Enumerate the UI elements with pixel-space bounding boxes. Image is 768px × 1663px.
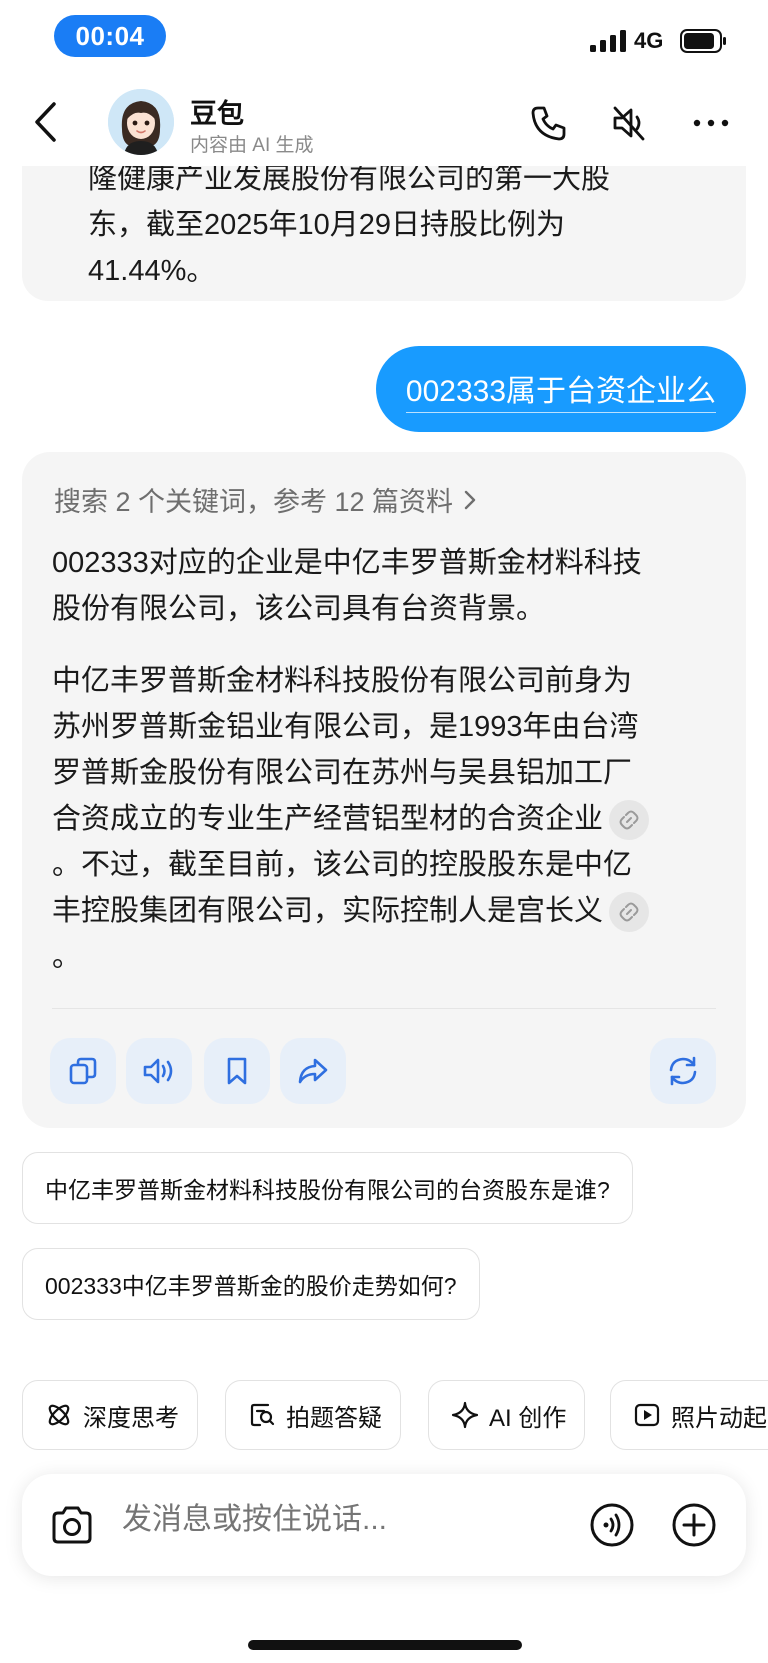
ai-paragraph-1: 002333对应的企业是中亿丰罗普斯金材料科技 股份有限公司，该公司具有台资背景… — [52, 547, 642, 625]
user-message-text: 002333属于台资企业么 — [405, 366, 716, 413]
chevron-right-icon — [464, 490, 476, 509]
network-type: 4G — [634, 28, 664, 53]
link-icon — [619, 810, 639, 830]
regenerate-icon — [669, 1056, 697, 1086]
atom-icon — [48, 1404, 70, 1426]
source-link-button[interactable] — [609, 892, 650, 933]
suggestion-chip[interactable]: 002333中亿丰罗普斯金的股价走势如何? — [22, 1248, 480, 1320]
link-icon — [619, 902, 639, 922]
divider — [52, 1008, 716, 1009]
tool-deep-thinking[interactable]: 深度思考 — [22, 1380, 198, 1450]
call-button[interactable] — [526, 100, 572, 146]
ai-paragraph-2: 中亿丰罗普斯金材料科技股份有限公司前身为 苏州罗普斯金铝业有限公司，是1993年… — [52, 658, 722, 980]
more-button[interactable] — [688, 100, 734, 146]
status-time: 00:04 — [54, 15, 166, 57]
signal-icon — [590, 30, 626, 52]
battery-icon — [680, 29, 726, 53]
status-bar: 00:04 4G — [0, 0, 768, 78]
play-icon — [634, 1403, 660, 1427]
source-link-button[interactable] — [609, 800, 650, 841]
more-icon — [693, 119, 729, 127]
share-icon — [298, 1058, 328, 1084]
message-input[interactable] — [122, 1503, 522, 1537]
regenerate-button[interactable] — [650, 1038, 716, 1104]
bot-name: 豆包 — [190, 99, 244, 129]
chat-header: 豆包 内容由 AI 生成 — [0, 78, 768, 166]
back-button[interactable] — [26, 96, 66, 148]
bookmark-icon — [227, 1057, 247, 1085]
bookmark-button[interactable] — [204, 1038, 270, 1104]
tool-label: 照片动起 — [671, 1404, 767, 1432]
mute-icon — [613, 106, 645, 141]
read-aloud-button[interactable] — [126, 1038, 192, 1104]
search-reference-text: 搜索 2 个关键词，参考 12 篇资料 — [54, 487, 454, 517]
bot-subtitle: 内容由 AI 生成 — [190, 135, 314, 156]
tool-label: AI 创作 — [489, 1404, 567, 1432]
previous-ai-text: 隆健康产业发展股份有限公司的第一大股 东，截至2025年10月29日持股比例为 … — [88, 163, 611, 287]
suggestion-chip[interactable]: 中亿丰罗普斯金材料科技股份有限公司的台资股东是谁? — [22, 1152, 633, 1224]
back-icon — [35, 102, 56, 142]
share-button[interactable] — [280, 1038, 346, 1104]
ai-message-bubble: 搜索 2 个关键词，参考 12 篇资料 002333对应的企业是中亿丰罗普斯金材… — [22, 452, 746, 1128]
suggestion-text: 中亿丰罗普斯金材料科技股份有限公司的台资股东是谁? — [45, 1177, 610, 1203]
photo-search-icon — [250, 1403, 275, 1427]
speaker-icon — [143, 1058, 173, 1084]
tool-label: 深度思考 — [83, 1404, 179, 1432]
message-input-bar — [22, 1474, 746, 1576]
search-reference-link[interactable]: 搜索 2 个关键词，参考 12 篇资料 — [54, 480, 479, 519]
tool-ai-creation[interactable]: AI 创作 — [428, 1380, 586, 1450]
camera-icon[interactable] — [48, 1501, 96, 1549]
user-message-bubble[interactable]: 002333属于台资企业么 — [375, 346, 746, 432]
home-indicator[interactable] — [248, 1640, 522, 1650]
copy-icon — [69, 1057, 97, 1085]
avatar-image — [108, 89, 174, 155]
copy-button[interactable] — [50, 1038, 116, 1104]
previous-ai-bubble: 隆健康产业发展股份有限公司的第一大股 东，截至2025年10月29日持股比例为 … — [22, 156, 746, 301]
voice-call-icon[interactable] — [588, 1501, 636, 1549]
tool-photo-animate[interactable]: 照片动起 — [610, 1380, 768, 1450]
quick-tools-bar: 深度思考 拍题答疑 AI 创作 照片动起 — [22, 1380, 768, 1450]
phone-icon — [531, 106, 566, 141]
mute-button[interactable] — [606, 100, 652, 146]
tool-photo-question[interactable]: 拍题答疑 — [225, 1380, 401, 1450]
suggestion-text: 002333中亿丰罗普斯金的股价走势如何? — [45, 1273, 457, 1299]
tool-label: 拍题答疑 — [286, 1404, 382, 1432]
plus-icon[interactable] — [670, 1501, 718, 1549]
avatar[interactable] — [108, 89, 174, 155]
sparkle-icon — [451, 1401, 479, 1429]
